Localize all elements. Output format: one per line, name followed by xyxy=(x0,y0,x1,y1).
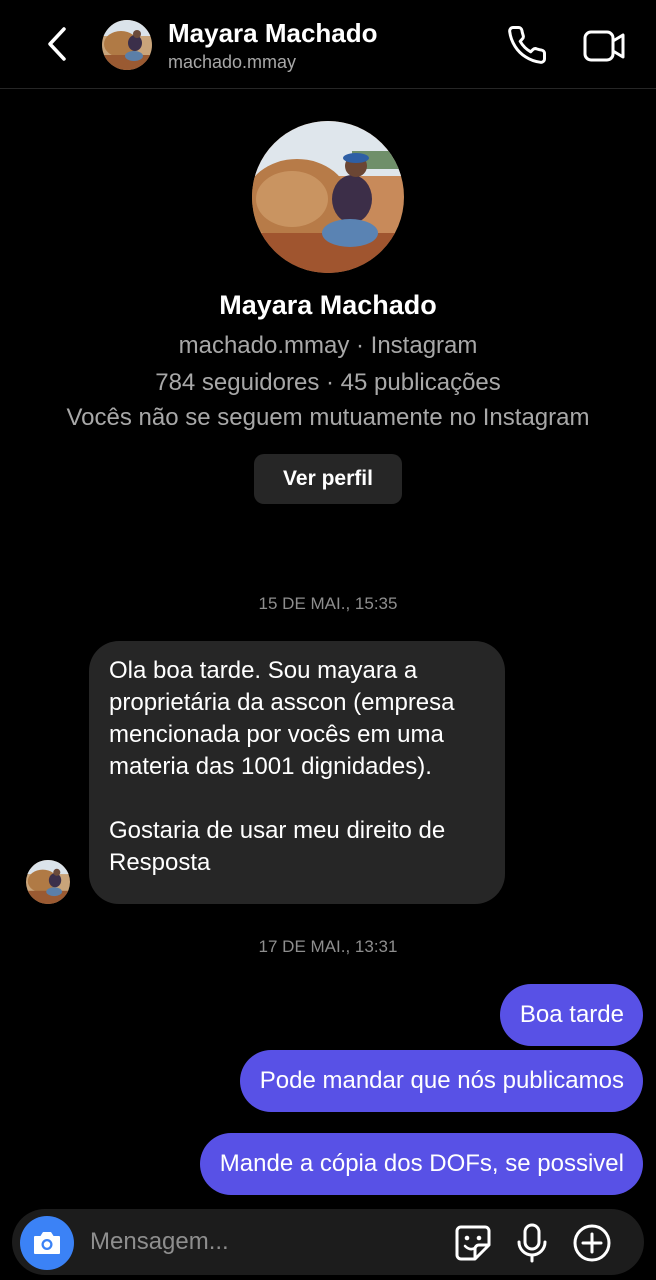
sticker-icon xyxy=(455,1225,491,1261)
profile-name: Mayara Machado xyxy=(219,290,437,320)
phone-icon xyxy=(508,26,546,64)
outgoing-message[interactable]: Boa tarde xyxy=(499,984,643,1046)
incoming-message[interactable]: Ola boa tarde. Sou mayara a proprietária… xyxy=(89,641,505,904)
camera-button[interactable] xyxy=(20,1216,74,1270)
back-arrow-icon xyxy=(48,27,66,61)
header-avatar[interactable] xyxy=(102,20,152,70)
profile-photo xyxy=(252,121,404,273)
message-composer xyxy=(12,1209,644,1275)
contact-username: machado.mmay xyxy=(168,52,297,72)
chat-header: Mayara Machado machado.mmay xyxy=(0,0,656,89)
view-profile-button[interactable]: Ver perfil xyxy=(254,454,402,504)
message-text: Gostaria de usar meu direito de Resposta xyxy=(109,817,446,876)
message-input[interactable] xyxy=(90,1217,430,1267)
contact-name[interactable]: Mayara Machado xyxy=(168,18,378,49)
more-options-button[interactable] xyxy=(572,1223,612,1263)
back-button[interactable] xyxy=(38,24,78,64)
camera-icon xyxy=(34,1232,60,1254)
profile-username: machado.mmay · Instagram xyxy=(178,332,478,359)
sticker-button[interactable] xyxy=(453,1223,493,1263)
mutual-follow-status: Vocês não se seguem mutuamente no Instag… xyxy=(66,404,590,431)
message-text: Ola boa tarde. Sou mayara a proprietária… xyxy=(109,657,455,780)
profile-avatar[interactable] xyxy=(252,121,404,273)
outgoing-message[interactable]: Mande a cópia dos DOFs, se possivel xyxy=(199,1133,643,1195)
profile-stats: 784 seguidores · 45 publicações xyxy=(155,369,501,396)
video-call-button[interactable] xyxy=(582,26,626,66)
plus-circle-icon xyxy=(573,1224,611,1262)
video-camera-icon xyxy=(583,30,625,62)
voice-message-button[interactable] xyxy=(514,1223,550,1263)
message-timestamp: 17 DE MAI., 13:31 xyxy=(258,937,398,956)
sender-avatar[interactable] xyxy=(26,860,70,904)
voice-call-button[interactable] xyxy=(506,24,548,66)
microphone-icon xyxy=(517,1223,547,1263)
outgoing-message[interactable]: Pode mandar que nós publicamos xyxy=(239,1050,643,1112)
avatar-photo xyxy=(102,20,152,70)
message-timestamp: 15 DE MAI., 15:35 xyxy=(258,594,398,613)
avatar-photo xyxy=(26,860,70,904)
